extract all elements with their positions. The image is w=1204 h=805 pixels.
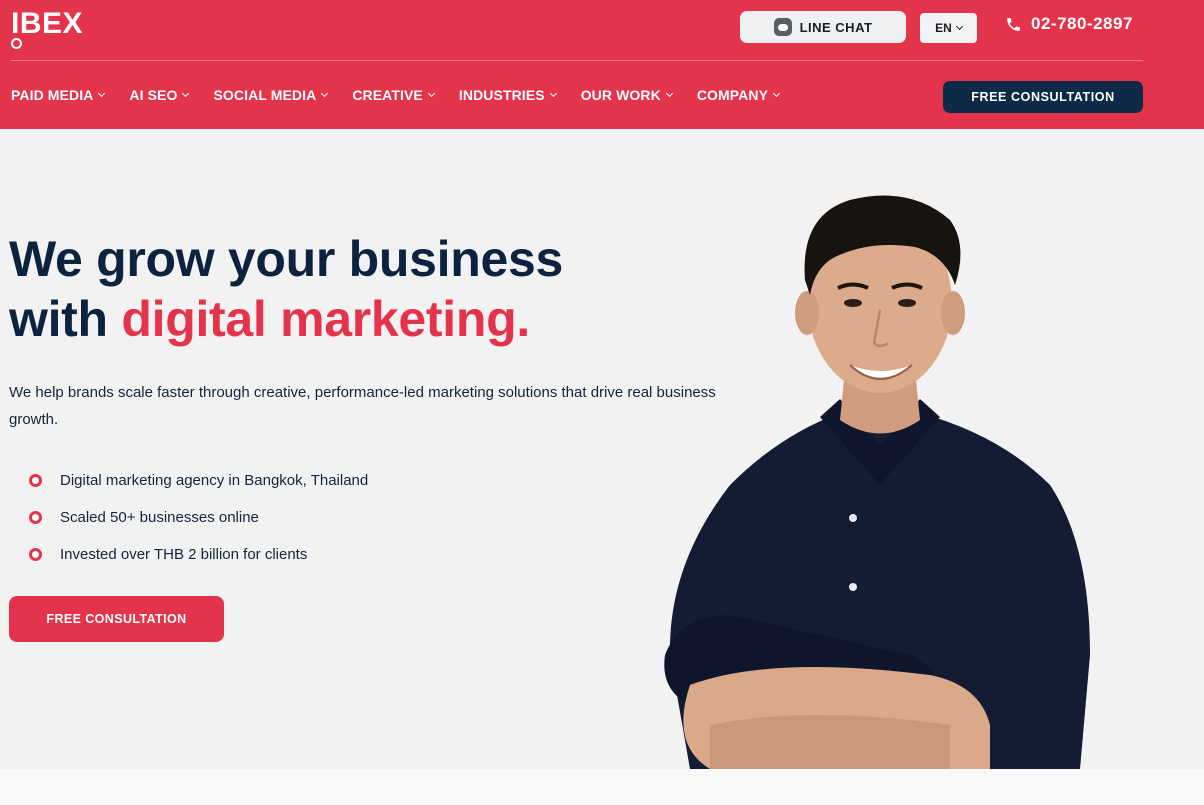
- chevron-down-icon: [549, 89, 557, 98]
- ibex-logo[interactable]: IBEX: [11, 8, 101, 50]
- nav-item-creative[interactable]: CREATIVE: [352, 87, 435, 103]
- nav-item-our-work[interactable]: OUR WORK: [580, 87, 673, 103]
- list-item: Invested over THB 2 billion for clients: [29, 536, 368, 573]
- bullet-text: Digital marketing agency in Bangkok, Tha…: [60, 472, 369, 489]
- hero-portrait-image: [664, 195, 1090, 769]
- nav-item-company[interactable]: COMPANY: [696, 87, 781, 103]
- site-header: IBEX LINE CHAT EN 02-780-2897 PAID MEDIA…: [0, 0, 1204, 129]
- line-chat-label: LINE CHAT: [799, 19, 873, 35]
- header-free-consultation-button[interactable]: FREE CONSULTATION: [943, 81, 1143, 113]
- main-nav: PAID MEDIA AI SEO SOCIAL MEDIA CREATIVE …: [11, 84, 804, 106]
- nav-item-ai-seo[interactable]: AI SEO: [129, 87, 190, 103]
- bullet-text: Invested over THB 2 billion for clients: [60, 546, 308, 563]
- chevron-down-icon: [665, 89, 673, 98]
- nav-label: PAID MEDIA: [11, 87, 94, 103]
- hero-bullet-list: Digital marketing agency in Bangkok, Tha…: [29, 462, 368, 573]
- nav-item-social-media[interactable]: SOCIAL MEDIA: [213, 87, 329, 103]
- nav-item-industries[interactable]: INDUSTRIES: [458, 87, 557, 103]
- nav-item-paid-media[interactable]: PAID MEDIA: [11, 87, 106, 103]
- chevron-down-icon: [98, 89, 106, 98]
- bullet-ring-icon: [29, 511, 42, 524]
- nav-label: INDUSTRIES: [458, 87, 545, 103]
- logo-wordmark: IBEX: [11, 7, 84, 40]
- hero-headline: We grow your business with digital marke…: [9, 229, 649, 349]
- headline-line-1: We grow your business: [9, 231, 564, 287]
- bullet-ring-icon: [29, 474, 42, 487]
- bullet-text: Scaled 50+ businesses online: [60, 509, 259, 526]
- chevron-down-icon: [955, 22, 963, 31]
- nav-label: COMPANY: [696, 87, 769, 103]
- language-label: EN: [935, 21, 952, 35]
- hero-free-consultation-button[interactable]: FREE CONSULTATION: [9, 596, 224, 642]
- nav-label: CREATIVE: [352, 87, 423, 103]
- headline-accent: digital marketing.: [121, 291, 530, 347]
- line-chat-icon: [773, 18, 792, 36]
- header-divider: [11, 60, 1143, 61]
- phone-link[interactable]: 02-780-2897: [1005, 14, 1133, 34]
- list-item: Digital marketing agency in Bangkok, Tha…: [29, 462, 368, 499]
- logo-circle-icon: [11, 38, 22, 49]
- headline-line-2-prefix: with: [9, 291, 122, 347]
- phone-number: 02-780-2897: [1031, 14, 1133, 33]
- bottom-band: [0, 769, 1204, 805]
- chevron-down-icon: [427, 89, 435, 98]
- language-selector[interactable]: EN: [920, 13, 977, 43]
- line-chat-button[interactable]: LINE CHAT: [740, 11, 906, 43]
- nav-label: OUR WORK: [580, 87, 661, 103]
- chevron-down-icon: [182, 89, 190, 98]
- nav-label: AI SEO: [129, 87, 178, 103]
- list-item: Scaled 50+ businesses online: [29, 499, 368, 536]
- hero-subheadline: We help brands scale faster through crea…: [9, 384, 716, 428]
- chevron-down-icon: [773, 89, 781, 98]
- phone-icon: [1007, 17, 1020, 31]
- nav-label: SOCIAL MEDIA: [213, 87, 317, 103]
- bullet-ring-icon: [29, 548, 42, 561]
- chevron-down-icon: [321, 89, 329, 98]
